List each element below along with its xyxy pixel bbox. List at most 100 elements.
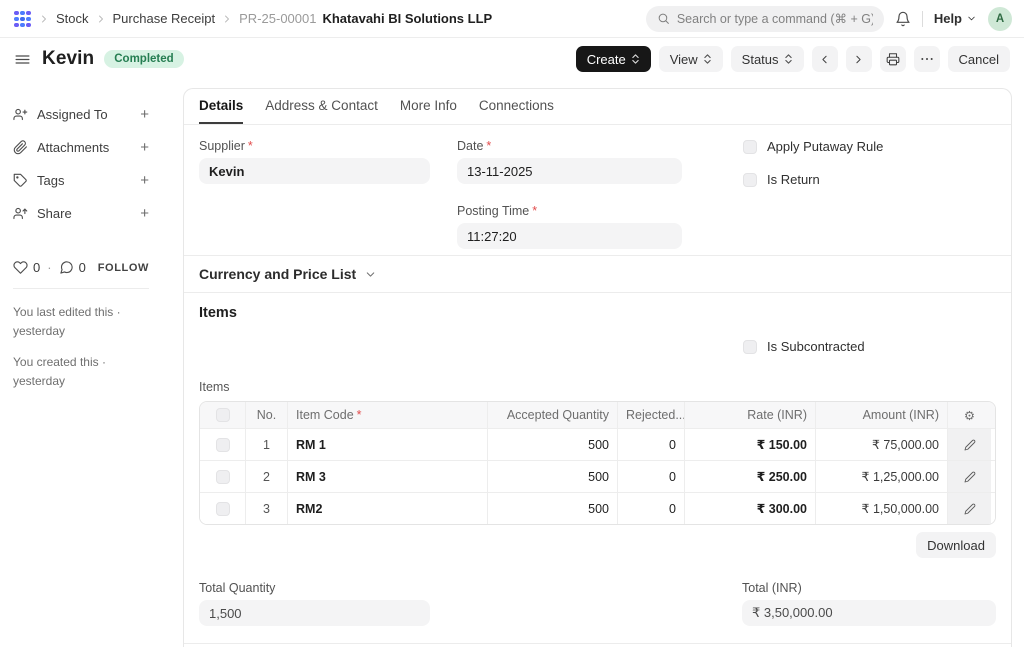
- add-attachment-button[interactable]: +: [140, 140, 149, 155]
- pencil-icon: [964, 503, 976, 515]
- is-subcontracted-checkbox-row[interactable]: Is Subcontracted: [743, 339, 996, 354]
- accepted-qty-cell[interactable]: 500: [487, 461, 617, 492]
- accepted-qty-cell[interactable]: 500: [487, 429, 617, 460]
- edit-row-button[interactable]: [947, 461, 991, 492]
- checkbox-unchecked[interactable]: [743, 340, 757, 354]
- add-tag-button[interactable]: +: [140, 173, 149, 188]
- checkbox-unchecked[interactable]: [743, 140, 757, 154]
- sidebar-item-share[interactable]: Share +: [13, 197, 149, 230]
- grid-settings-icon[interactable]: ⚙: [947, 402, 991, 428]
- apply-putaway-rule-checkbox-row[interactable]: Apply Putaway Rule: [743, 139, 996, 154]
- view-button[interactable]: View: [659, 46, 723, 72]
- share-button[interactable]: +: [140, 206, 149, 221]
- sidebar-item-attachments[interactable]: Attachments +: [13, 131, 149, 164]
- social-row: 0 · 0 FOLLOW: [13, 260, 149, 275]
- amount-cell: ₹ 1,25,000.00: [815, 461, 947, 492]
- row-checkbox[interactable]: [216, 502, 230, 516]
- breadcrumb-stock[interactable]: Stock: [56, 11, 89, 26]
- form-card: Details Address & Contact More Info Conn…: [183, 88, 1012, 647]
- sidebar-item-tags[interactable]: Tags +: [13, 164, 149, 197]
- table-row[interactable]: 1 RM 1 500 0 ₹ 150.00 ₹ 75,000.00: [200, 428, 995, 460]
- row-number: 3: [245, 493, 287, 524]
- accepted-qty-cell[interactable]: 500: [487, 493, 617, 524]
- help-menu[interactable]: Help: [934, 11, 977, 26]
- status-button[interactable]: Status: [731, 46, 804, 72]
- edit-row-button[interactable]: [947, 493, 991, 524]
- amount-cell: ₹ 75,000.00: [815, 429, 947, 460]
- posting-time-input[interactable]: [457, 223, 682, 249]
- tab-address-contact[interactable]: Address & Contact: [265, 89, 378, 124]
- chevron-left-icon: [818, 53, 831, 66]
- more-menu-button[interactable]: [914, 46, 940, 72]
- help-label: Help: [934, 11, 962, 26]
- follow-button[interactable]: FOLLOW: [98, 262, 149, 274]
- add-assignment-button[interactable]: +: [140, 107, 149, 122]
- paperclip-icon: [13, 140, 28, 155]
- currency-price-list-section-toggle[interactable]: Currency and Price List: [184, 255, 1011, 292]
- row-number: 2: [245, 461, 287, 492]
- date-label: Date: [457, 139, 682, 153]
- is-return-checkbox-row[interactable]: Is Return: [743, 172, 996, 187]
- chevron-right-icon: [38, 13, 50, 25]
- tab-connections[interactable]: Connections: [479, 89, 554, 124]
- rate-cell[interactable]: ₹ 250.00: [684, 461, 815, 492]
- notifications-bell-icon[interactable]: [895, 11, 911, 27]
- items-table: No. Item Code Accepted Quantity Rejected…: [199, 401, 996, 525]
- rate-cell[interactable]: ₹ 150.00: [684, 429, 815, 460]
- item-code-cell[interactable]: RM2: [287, 493, 487, 524]
- cancel-button[interactable]: Cancel: [948, 46, 1010, 72]
- total-quantity-input[interactable]: [199, 600, 430, 626]
- supplier-label: Supplier: [199, 139, 430, 153]
- edit-row-button[interactable]: [947, 429, 991, 460]
- row-number: 1: [245, 429, 287, 460]
- user-avatar[interactable]: A: [988, 7, 1012, 31]
- next-document-button[interactable]: [846, 46, 872, 72]
- supplier-input[interactable]: [199, 158, 430, 184]
- table-row[interactable]: 2 RM 3 500 0 ₹ 250.00 ₹ 1,25,000.00: [200, 460, 995, 492]
- total-quantity-field: Total Quantity: [199, 581, 430, 626]
- supplier-field: Supplier: [199, 139, 430, 184]
- select-chevrons-icon: [784, 53, 793, 65]
- sidebar-item-assigned-to[interactable]: Assigned To +: [13, 98, 149, 131]
- items-section: Items Is Subcontracted Items No. Item Co…: [184, 292, 1011, 643]
- tab-details[interactable]: Details: [199, 89, 243, 124]
- total-inr-input[interactable]: [742, 600, 996, 626]
- item-code-cell[interactable]: RM 1: [287, 429, 487, 460]
- like-heart-icon[interactable]: [13, 260, 28, 275]
- download-button[interactable]: Download: [916, 532, 996, 558]
- page-header: Kevin Completed Create View Status: [0, 38, 1024, 80]
- checkbox-unchecked[interactable]: [743, 173, 757, 187]
- create-button[interactable]: Create: [576, 46, 651, 72]
- table-row[interactable]: 3 RM2 500 0 ₹ 300.00 ₹ 1,50,000.00: [200, 492, 995, 524]
- item-code-cell[interactable]: RM 3: [287, 461, 487, 492]
- search-input[interactable]: [677, 12, 873, 26]
- breadcrumb-purchase-receipt[interactable]: Purchase Receipt: [113, 11, 216, 26]
- select-all-checkbox[interactable]: [216, 408, 230, 422]
- row-checkbox[interactable]: [216, 438, 230, 452]
- pencil-icon: [964, 439, 976, 451]
- col-header-accepted-qty: Accepted Quantity: [487, 402, 617, 428]
- items-table-header: No. Item Code Accepted Quantity Rejected…: [200, 402, 995, 428]
- rate-cell[interactable]: ₹ 300.00: [684, 493, 815, 524]
- rejected-qty-cell[interactable]: 0: [617, 429, 684, 460]
- print-button[interactable]: [880, 46, 906, 72]
- content-area: Assigned To + Attachments + Tags +: [0, 80, 1024, 647]
- tab-more-info[interactable]: More Info: [400, 89, 457, 124]
- purchase-receipt-page: Stock Purchase Receipt PR-25-00001 Khata…: [0, 0, 1024, 647]
- row-checkbox[interactable]: [216, 470, 230, 484]
- rejected-qty-cell[interactable]: 0: [617, 461, 684, 492]
- select-chevrons-icon: [703, 53, 712, 65]
- toolbar: Create View Status: [576, 46, 1010, 72]
- total-inr-field: Total (INR): [742, 581, 996, 626]
- chevron-down-icon: [364, 268, 377, 281]
- sidebar-item-label: Assigned To: [37, 107, 108, 122]
- items-section-heading: Items: [199, 305, 996, 321]
- prev-document-button[interactable]: [812, 46, 838, 72]
- sidebar-toggle-icon[interactable]: [14, 51, 31, 68]
- breadcrumb-doc-id[interactable]: PR-25-00001: [239, 11, 316, 26]
- global-search[interactable]: [646, 6, 884, 32]
- rejected-qty-cell[interactable]: 0: [617, 493, 684, 524]
- date-input[interactable]: [457, 158, 682, 184]
- comments-icon[interactable]: [59, 260, 74, 275]
- app-logo-icon[interactable]: [12, 9, 32, 29]
